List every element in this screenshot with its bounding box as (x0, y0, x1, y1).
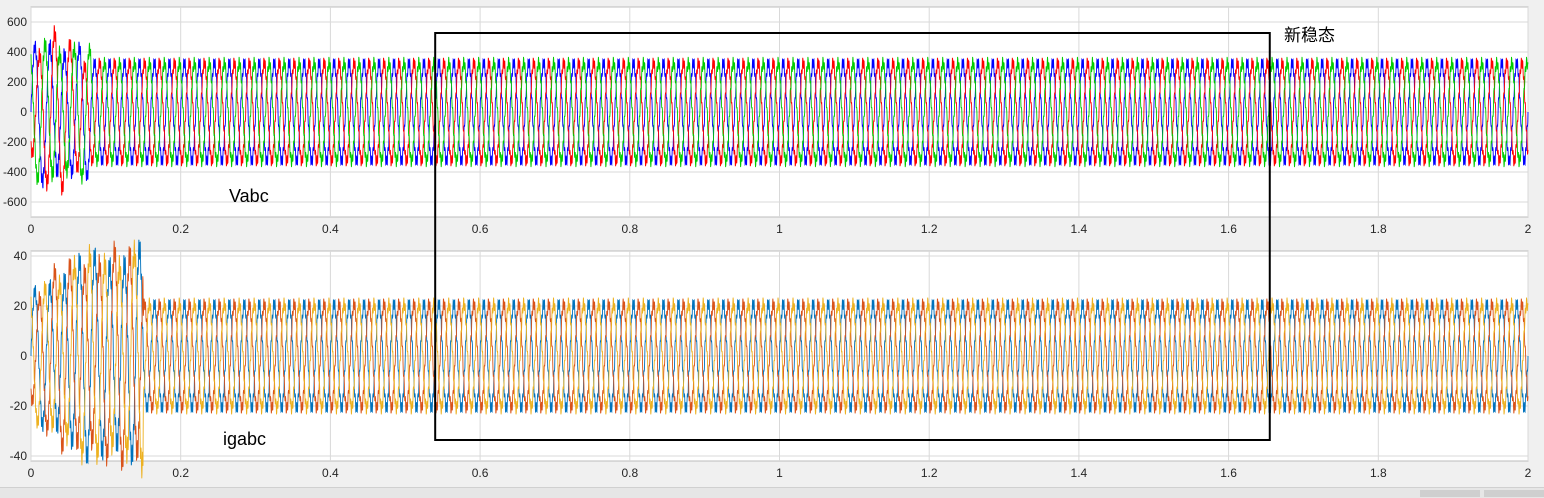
vabc-x-tick-label: 1 (776, 222, 783, 236)
igabc-y-tick-label: -40 (10, 449, 28, 463)
igabc-x-tick-label: 1.8 (1370, 466, 1387, 480)
vabc-x-tick-label: 0.6 (472, 222, 489, 236)
vabc-x-tick-label: 1.2 (921, 222, 938, 236)
igabc-x-tick-labels: 0 0.2 0.4 0.6 0.8 1 1.2 1.4 1.6 1.8 2 (28, 466, 1532, 480)
vabc-y-tick-label: -200 (3, 135, 27, 149)
igabc-label: igabc (223, 429, 266, 449)
igabc-x-tick-label: 0.2 (172, 466, 189, 480)
igabc-x-tick-label: 1.6 (1220, 466, 1237, 480)
vabc-x-tick-label: 0 (28, 222, 35, 236)
igabc-x-tick-label: 1 (776, 466, 783, 480)
igabc-x-tick-label: 1.4 (1071, 466, 1088, 480)
vabc-y-tick-label: 600 (7, 15, 27, 29)
igabc-x-tick-label: 0.6 (472, 466, 489, 480)
vabc-x-tick-label: 1.4 (1071, 222, 1088, 236)
igabc-x-tick-label: 0.4 (322, 466, 339, 480)
scope-figure: 0 0.2 0.4 0.6 0.8 1 1.2 1.4 1.6 1.8 2 -600-400-200… (3, 6, 1532, 480)
igabc-y-tick-labels: -40 -20 0 20 40 (10, 249, 28, 463)
igabc-y-tick-label: 40 (14, 249, 28, 263)
vabc-x-tick-label: 0.2 (172, 222, 189, 236)
vabc-label: Vabc (229, 186, 269, 206)
vabc-y-tick-label: 200 (7, 75, 27, 89)
vabc-y-tick-label: 0 (20, 105, 27, 119)
scrollbar-thumb-left[interactable] (1420, 490, 1480, 497)
vabc-x-tick-label: 1.8 (1370, 222, 1387, 236)
vabc-y-tick-label: 400 (7, 45, 27, 59)
vabc-x-tick-labels: 0 0.2 0.4 0.6 0.8 1 1.2 1.4 1.6 1.8 2 (28, 222, 1532, 236)
vabc-x-tick-label: 1.6 (1220, 222, 1237, 236)
vabc-y-tick-label: -600 (3, 195, 27, 209)
scrollbar-thumb-right[interactable] (1484, 490, 1544, 497)
new-steady-state-label: 新稳态 (1284, 26, 1335, 45)
vabc-x-tick-label: 2 (1525, 222, 1532, 236)
vabc-y-tick-label: -400 (3, 165, 27, 179)
igabc-x-tick-label: 0.8 (621, 466, 638, 480)
igabc-y-tick-label: -20 (10, 399, 28, 413)
igabc-x-tick-label: 2 (1525, 466, 1532, 480)
igabc-panel: 0 0.2 0.4 0.6 0.8 1 1.2 1.4 1.6 1.8 2 -40-2002040 … (10, 239, 1532, 480)
igabc-x-tick-label: 0 (28, 466, 35, 480)
horizontal-scrollbar[interactable] (0, 487, 1544, 498)
igabc-y-tick-label: 20 (14, 299, 28, 313)
vabc-x-tick-label: 0.8 (621, 222, 638, 236)
vabc-y-tick-labels: -600 -400 -200 0 200 400 600 (3, 15, 27, 209)
vabc-x-tick-label: 0.4 (322, 222, 339, 236)
igabc-x-tick-label: 1.2 (921, 466, 938, 480)
igabc-y-tick-label: 0 (20, 349, 27, 363)
